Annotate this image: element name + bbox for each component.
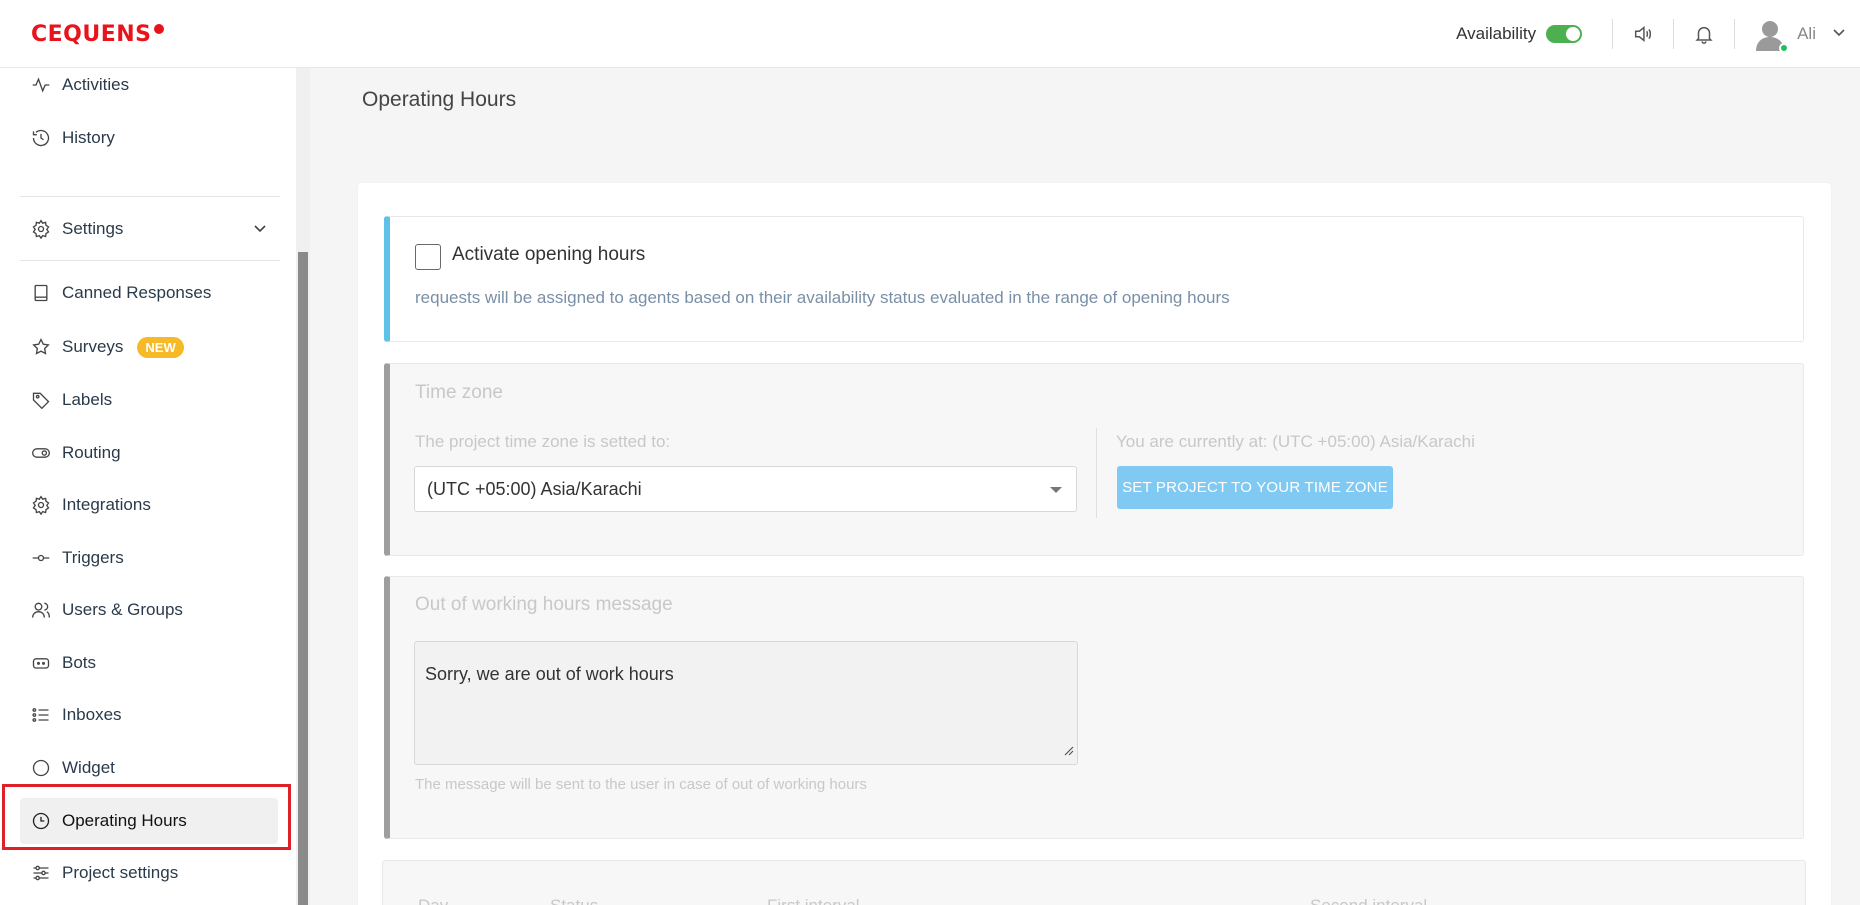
sidebar-item-history[interactable]: History <box>20 115 278 161</box>
sidebar-item-users-groups[interactable]: Users & Groups <box>20 587 278 633</box>
highlight-box <box>2 784 291 850</box>
gear-icon <box>30 218 52 240</box>
sidebar-item-label: Canned Responses <box>62 283 212 302</box>
sidebar-item-label: Inboxes <box>62 705 122 724</box>
sidebar-item-label: Labels <box>62 390 113 409</box>
dropdown-arrow-icon <box>1050 487 1062 493</box>
bot-icon <box>30 652 52 674</box>
out-of-hours-title: Out of working hours message <box>415 594 673 615</box>
timezone-divider <box>1096 428 1097 518</box>
cequens-logo[interactable]: CEQUENS <box>31 22 164 47</box>
top-header: CEQUENS Availability Ali <box>0 0 1860 68</box>
chevron-down-icon[interactable] <box>1832 25 1846 44</box>
sidebar-item-triggers[interactable]: Triggers <box>20 535 278 581</box>
page-title: Operating Hours <box>362 88 517 111</box>
trigger-icon <box>30 547 52 569</box>
sidebar-item-label: Settings <box>62 219 124 238</box>
header-divider <box>1673 19 1675 49</box>
table-header-status: Status <box>550 896 598 905</box>
resize-handle-icon[interactable] <box>1064 740 1074 761</box>
sidebar-item-surveys[interactable]: Surveys NEW <box>20 324 278 370</box>
circle-icon <box>30 757 52 779</box>
activate-label[interactable]: Activate opening hours <box>452 244 645 266</box>
sidebar-divider <box>20 260 280 261</box>
list-icon <box>30 704 52 726</box>
logo-text: CEQUENS <box>31 22 152 47</box>
sidebar-item-activities[interactable]: Activities <box>20 62 278 108</box>
sidebar-item-inboxes[interactable]: Inboxes <box>20 692 278 738</box>
timezone-selected-value: (UTC +05:00) Asia/Karachi <box>427 479 642 499</box>
sidebar-item-label: Widget <box>62 758 115 777</box>
header-actions: Availability Ali <box>1456 0 1860 68</box>
book-icon <box>30 282 52 304</box>
bell-icon[interactable] <box>1692 22 1716 46</box>
sidebar-item-settings[interactable]: Settings <box>20 206 278 252</box>
current-timezone-label: You are currently at: (UTC +05:00) Asia/… <box>1116 432 1475 451</box>
sidebar-item-label: History <box>62 128 115 147</box>
chevron-down-icon[interactable] <box>252 220 268 241</box>
table-header-first-interval: First interval <box>767 896 860 905</box>
tag-icon <box>30 389 52 411</box>
table-header-second-interval: Second interval <box>1310 896 1427 905</box>
header-divider <box>1734 19 1736 49</box>
sidebar-item-label: Triggers <box>62 548 124 567</box>
activate-section <box>384 216 1804 342</box>
project-timezone-label: The project time zone is setted to: <box>415 432 671 451</box>
avatar[interactable] <box>1753 17 1790 53</box>
history-icon <box>30 127 52 149</box>
sidebar-item-label: Surveys <box>62 337 124 356</box>
header-divider <box>1612 19 1614 49</box>
speaker-icon[interactable] <box>1631 22 1655 46</box>
activate-description: requests will be assigned to agents base… <box>415 288 1230 307</box>
out-of-hours-message-text: Sorry, we are out of work hours <box>425 664 674 684</box>
star-icon <box>30 336 52 358</box>
sidebar-item-routing[interactable]: Routing <box>20 430 278 476</box>
sidebar-item-label: Integrations <box>62 495 151 514</box>
sidebar-item-canned-responses[interactable]: Canned Responses <box>20 270 278 316</box>
availability-toggle[interactable] <box>1546 25 1583 43</box>
out-of-hours-hint: The message will be sent to the user in … <box>415 776 867 793</box>
activate-checkbox[interactable] <box>415 244 441 270</box>
user-name[interactable]: Ali <box>1797 24 1816 44</box>
sliders-icon <box>30 862 52 884</box>
set-timezone-button[interactable]: SET PROJECT TO YOUR TIME ZONE <box>1117 466 1393 509</box>
sidebar-item-integrations[interactable]: Integrations <box>20 482 278 528</box>
gear-icon <box>30 494 52 516</box>
activity-icon <box>30 74 52 96</box>
table-header-day: Day <box>418 896 448 905</box>
sidebar-item-label: Activities <box>62 75 130 94</box>
new-badge: NEW <box>137 336 184 358</box>
sidebar-item-label: Bots <box>62 653 97 672</box>
users-icon <box>30 599 52 621</box>
sidebar-item-label: Project settings <box>62 863 179 882</box>
sidebar-divider <box>20 196 280 197</box>
routing-icon <box>30 442 52 464</box>
sidebar-item-label: Users & Groups <box>62 600 183 619</box>
availability-label: Availability <box>1456 24 1537 43</box>
sidebar-item-bots[interactable]: Bots <box>20 640 278 686</box>
online-status-dot <box>1779 43 1790 53</box>
timezone-select[interactable]: (UTC +05:00) Asia/Karachi <box>414 466 1077 512</box>
timezone-title: Time zone <box>415 382 503 403</box>
timezone-section <box>384 363 1804 556</box>
sidebar-scrollbar[interactable] <box>298 252 308 905</box>
sidebar-item-project-settings[interactable]: Project settings <box>20 850 278 896</box>
out-of-hours-message-input[interactable]: Sorry, we are out of work hours <box>414 641 1078 765</box>
sidebar-item-label: Routing <box>62 443 121 462</box>
sidebar-item-labels[interactable]: Labels <box>20 377 278 423</box>
